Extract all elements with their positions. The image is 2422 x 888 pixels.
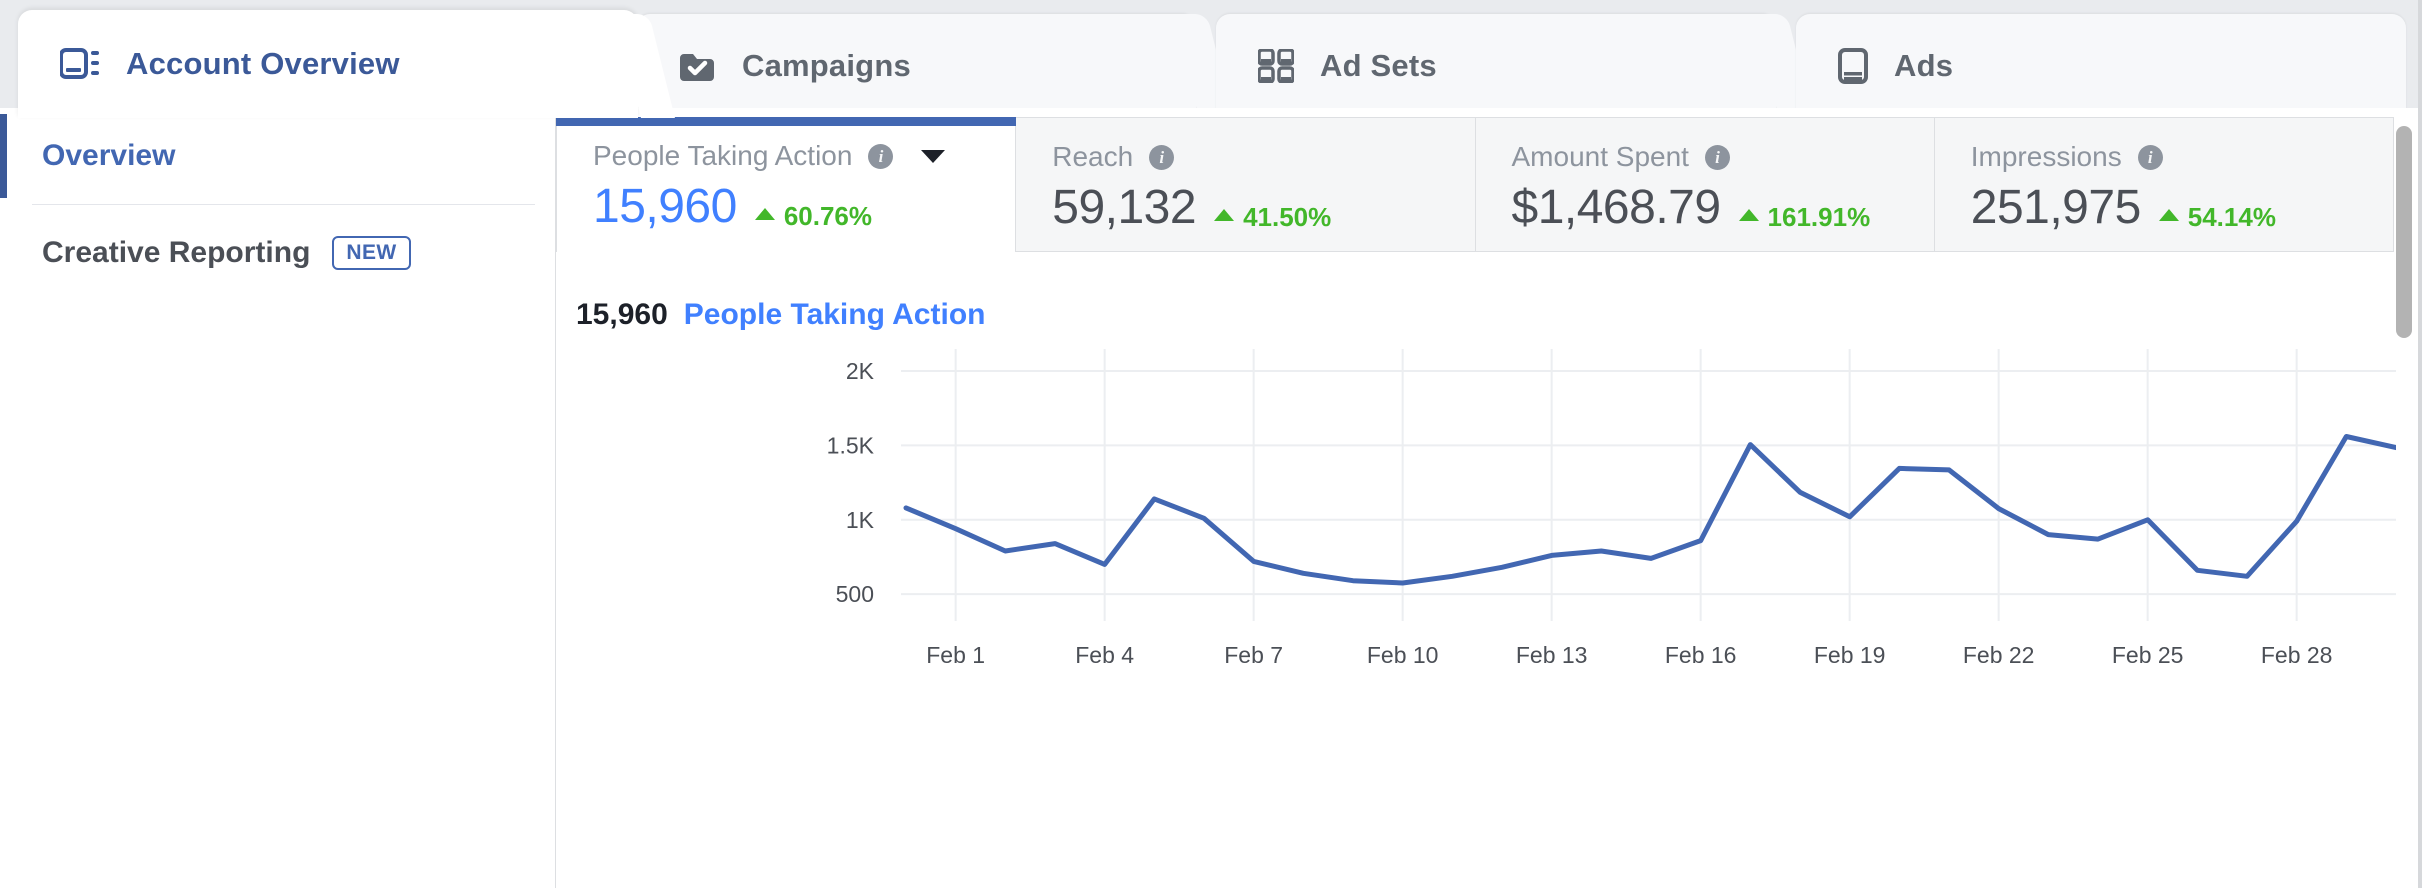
kpi-card-amount-spent[interactable]: Amount Spent i $1,468.79 161.91% bbox=[1475, 117, 1935, 252]
kpi-delta: 41.50% bbox=[1214, 202, 1331, 233]
svg-text:1K: 1K bbox=[846, 507, 875, 533]
svg-text:Feb 1: Feb 1 bbox=[926, 642, 985, 668]
svg-text:Feb 16: Feb 16 bbox=[1665, 642, 1737, 668]
info-icon[interactable]: i bbox=[868, 143, 894, 169]
chart-caption: 15,960 People Taking Action bbox=[576, 298, 985, 332]
window-right-border bbox=[2418, 0, 2422, 888]
tab-bar: Account Overview Campaigns Ad Sets Ads bbox=[0, 0, 2422, 118]
trend-up-icon bbox=[2158, 209, 2179, 221]
kpi-value: $1,468.79 bbox=[1511, 181, 1722, 234]
chart-caption-label: People Taking Action bbox=[683, 298, 986, 331]
app-root: Account Overview Campaigns Ad Sets Ads O… bbox=[0, 0, 2422, 888]
account-overview-icon bbox=[60, 48, 100, 80]
kpi-card-reach[interactable]: Reach i 59,132 41.50% bbox=[1016, 117, 1476, 252]
kpi-title: Impressions bbox=[1970, 141, 2122, 172]
trend-up-icon bbox=[1738, 209, 1759, 221]
tab-campaigns[interactable]: Campaigns bbox=[636, 14, 1233, 118]
kpi-delta: 60.76% bbox=[754, 200, 872, 232]
kpi-title: Amount Spent bbox=[1511, 141, 1689, 172]
info-icon[interactable]: i bbox=[1704, 144, 1730, 170]
info-icon[interactable]: i bbox=[1149, 144, 1175, 170]
chart-y-axis-labels: 500 1K 1.5K 2K bbox=[827, 358, 875, 607]
sidebar-item-label: Overview bbox=[42, 139, 176, 172]
chart-caption-number: 15,960 bbox=[576, 298, 668, 331]
kpi-title: Reach bbox=[1052, 141, 1134, 172]
tab-label: Ad Sets bbox=[1320, 48, 1437, 83]
content-area: Overview Creative Reporting NEW People T… bbox=[0, 108, 2422, 888]
scrollbar-track[interactable] bbox=[2396, 108, 2418, 888]
kpi-delta-value: 41.50% bbox=[1243, 201, 1332, 232]
ad-sets-icon bbox=[1258, 49, 1294, 83]
tab-account-overview[interactable]: Account Overview bbox=[18, 10, 675, 118]
main-panel: People Taking Action i 15,960 60.76% Rea… bbox=[556, 108, 2422, 888]
tab-label: Ads bbox=[1894, 48, 1954, 83]
chart-gridlines-vertical bbox=[954, 349, 2298, 621]
sidebar: Overview Creative Reporting NEW bbox=[0, 108, 556, 888]
svg-text:Feb 28: Feb 28 bbox=[2261, 642, 2333, 668]
kpi-delta-value: 161.91% bbox=[1767, 201, 1871, 232]
kpi-value: 251,975 bbox=[1970, 181, 2142, 234]
ads-icon bbox=[1838, 48, 1868, 84]
chart-svg: 5001K1.5K2K Feb 1 Feb 4 Feb 7 Feb 10 Feb 13 F… bbox=[827, 349, 2399, 668]
chart-x-axis-labels: Feb 1 Feb 4 Feb 7 Feb 10 Feb 13 Feb 16 Feb 19 F… bbox=[926, 642, 2332, 668]
kpi-value: 59,132 bbox=[1052, 181, 1197, 234]
svg-text:Feb 10: Feb 10 bbox=[1367, 642, 1439, 668]
tab-ad-sets[interactable]: Ad Sets bbox=[1216, 14, 1813, 118]
trend-up-icon bbox=[754, 208, 775, 220]
tab-ads[interactable]: Ads bbox=[1796, 14, 2406, 118]
scrollbar-thumb[interactable] bbox=[2396, 126, 2412, 338]
svg-text:Feb 7: Feb 7 bbox=[1224, 642, 1283, 668]
sidebar-item-creative-reporting[interactable]: Creative Reporting NEW bbox=[0, 205, 555, 301]
chevron-down-icon[interactable] bbox=[921, 149, 946, 163]
svg-text:Feb 4: Feb 4 bbox=[1075, 642, 1134, 668]
kpi-strip: People Taking Action i 15,960 60.76% Rea… bbox=[556, 117, 2394, 252]
kpi-card-impressions[interactable]: Impressions i 251,975 54.14% bbox=[1934, 117, 2394, 252]
kpi-delta-value: 54.14% bbox=[2187, 201, 2276, 232]
svg-text:Feb 22: Feb 22 bbox=[1963, 642, 2035, 668]
svg-text:2K: 2K bbox=[846, 358, 875, 384]
kpi-value: 15,960 bbox=[593, 180, 737, 233]
svg-text:Feb 25: Feb 25 bbox=[2112, 642, 2184, 668]
kpi-delta-value: 60.76% bbox=[783, 200, 872, 231]
kpi-title: People Taking Action bbox=[593, 140, 853, 171]
trend-up-icon bbox=[1214, 209, 1235, 221]
svg-text:1.5K: 1.5K bbox=[827, 432, 875, 458]
people-taking-action-chart: 500 1K 1.5K 2K Feb 1 Feb 4 Feb 7 Feb 10 Feb 13 F… bbox=[556, 343, 2422, 673]
chart-line-series bbox=[903, 434, 2399, 586]
svg-text:Feb 13: Feb 13 bbox=[1516, 642, 1588, 668]
svg-text:500: 500 bbox=[836, 581, 874, 607]
sidebar-item-label: Creative Reporting bbox=[42, 236, 311, 269]
info-icon[interactable]: i bbox=[2137, 144, 2163, 170]
svg-text:Feb 19: Feb 19 bbox=[1814, 642, 1886, 668]
sidebar-item-overview[interactable]: Overview bbox=[0, 108, 555, 204]
kpi-delta: 54.14% bbox=[2158, 201, 2276, 233]
new-badge: NEW bbox=[332, 236, 411, 270]
tab-label: Account Overview bbox=[126, 46, 400, 81]
tab-label: Campaigns bbox=[742, 48, 911, 83]
kpi-card-people-taking-action[interactable]: People Taking Action i 15,960 60.76% bbox=[556, 117, 1017, 252]
kpi-delta: 161.91% bbox=[1738, 201, 1871, 233]
chart-gridlines-horizontal bbox=[901, 370, 2396, 596]
campaigns-icon bbox=[678, 49, 716, 83]
